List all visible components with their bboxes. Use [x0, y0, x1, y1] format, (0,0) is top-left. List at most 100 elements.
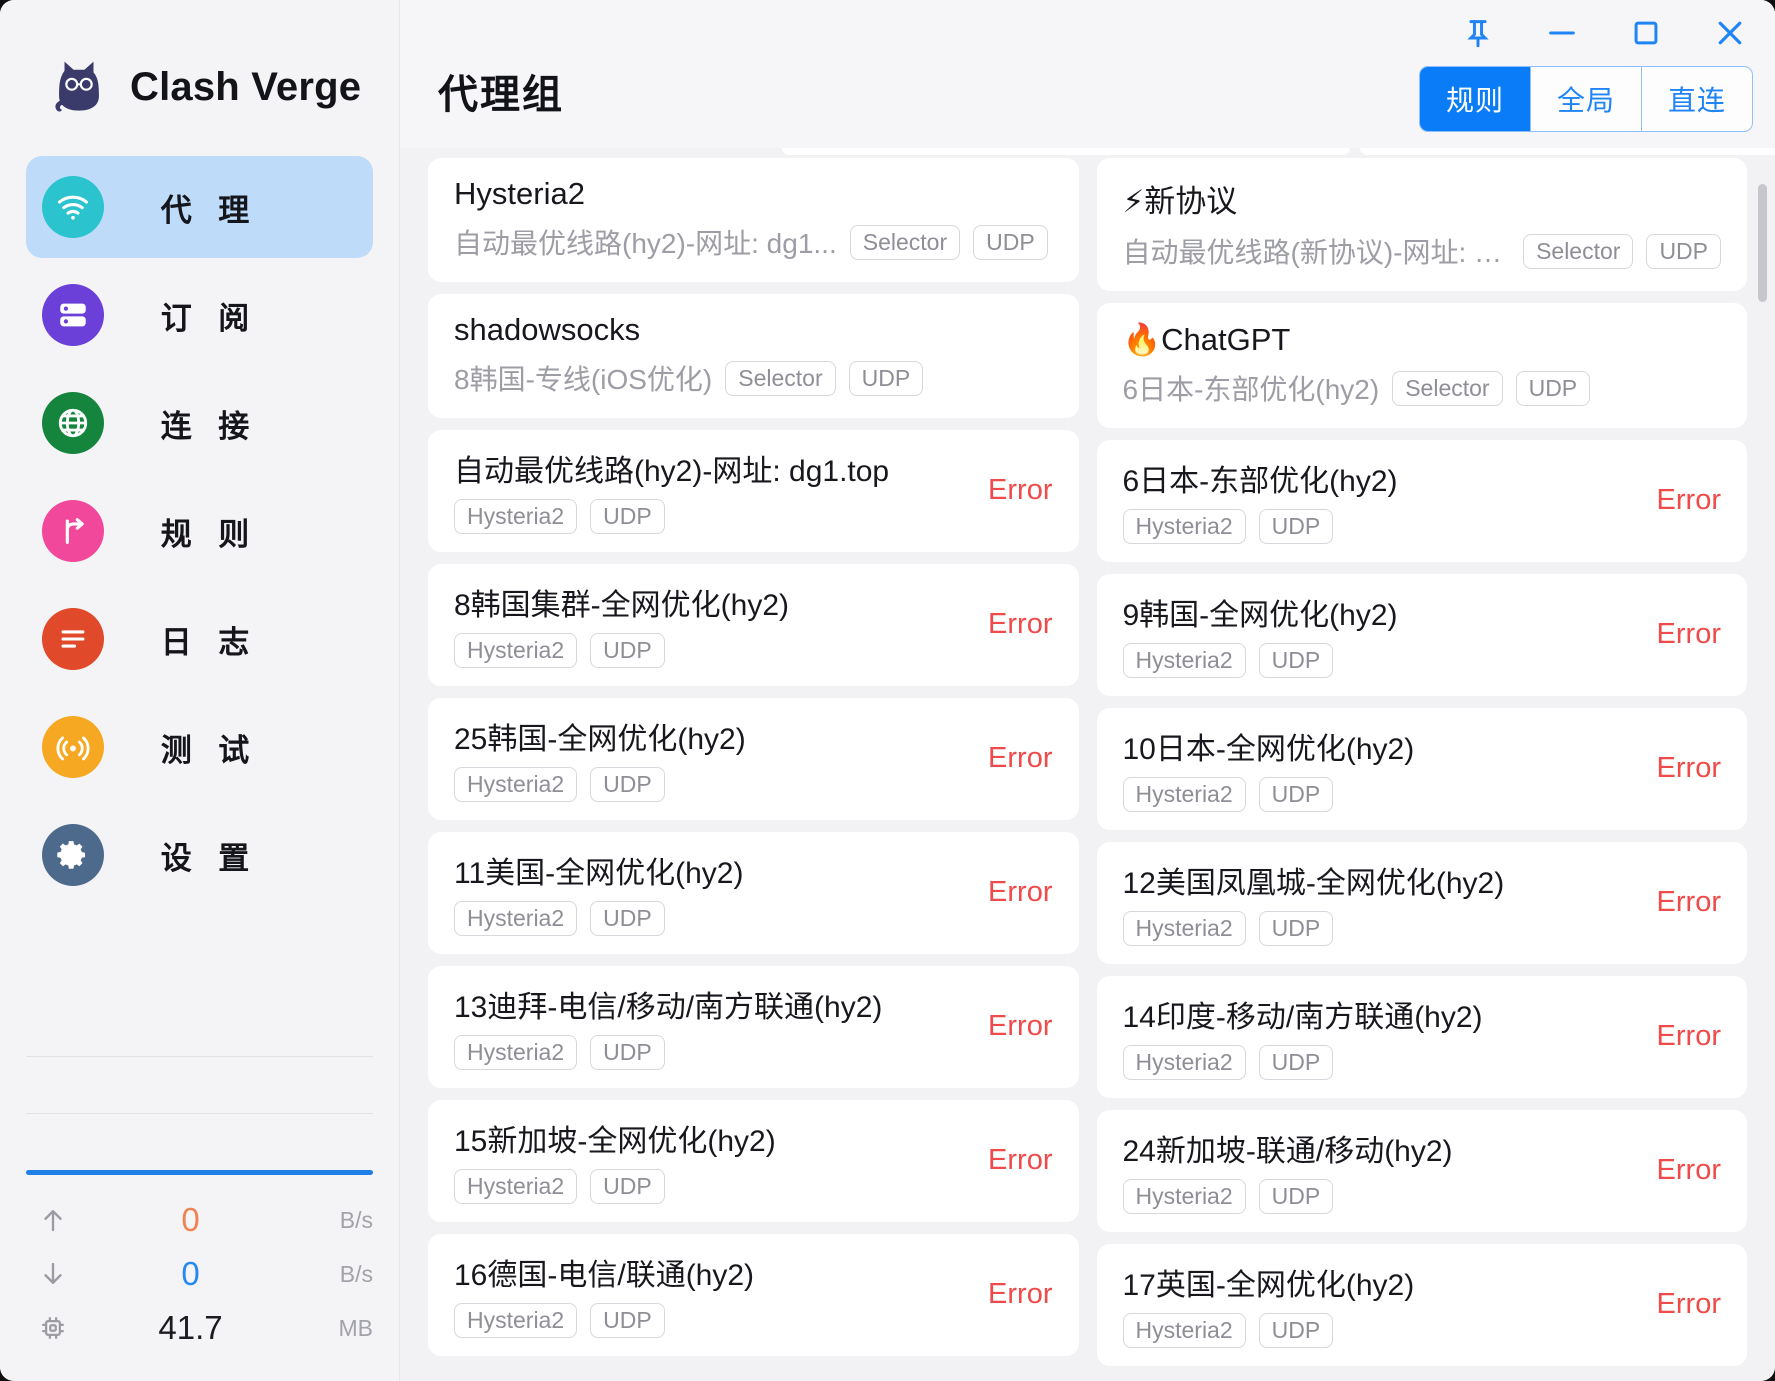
proxy-node-row[interactable]: 13迪拜-电信/移动/南方联通(hy2)Hysteria2UDPError	[428, 966, 1079, 1088]
proxy-node-status[interactable]: Error	[1647, 1020, 1721, 1053]
sidebar-item-logs[interactable]: 日 志	[26, 588, 373, 690]
proxy-node-status[interactable]: Error	[978, 1010, 1052, 1043]
maximize-icon[interactable]	[1623, 10, 1669, 56]
sidebar-item-label: 订 阅	[104, 293, 373, 338]
proxy-node-row[interactable]: 自动最优线路(hy2)-网址: dg1.topHysteria2UDPError	[428, 430, 1079, 552]
proxy-node-row[interactable]: 15新加坡-全网优化(hy2) Hysteria2 UDP Error	[428, 1100, 1079, 1222]
proxy-node-chips: Hysteria2UDP	[454, 1303, 960, 1338]
mode-button-direct[interactable]: 直连	[1642, 67, 1752, 131]
proxy-node-row[interactable]: 25韩国-全网优化(hy2)Hysteria2UDP Error	[428, 698, 1079, 820]
proxy-node-main: 9韩国-全网优化(hy2)Hysteria2UDP	[1123, 590, 1629, 678]
app-window: Clash Verge 代 理	[0, 0, 1775, 1381]
proxy-node-status[interactable]: Error	[978, 876, 1052, 909]
close-icon[interactable]	[1707, 10, 1753, 56]
sidebar-item-test[interactable]: 测 试	[26, 696, 373, 798]
proxy-group-subline: 自动最优线路(新协议)-网址: d...SelectorUDP	[1123, 231, 1722, 271]
proxy-chip: UDP	[590, 901, 665, 936]
proxy-node-title: 15新加坡-全网优化(hy2)	[454, 1116, 960, 1160]
page-title: 代理组	[438, 62, 564, 120]
proxy-node-main: 24新加坡-联通/移动(hy2)Hysteria2UDP	[1123, 1126, 1629, 1214]
proxy-node-status[interactable]: Error	[978, 608, 1052, 641]
proxy-chip: UDP	[1259, 1179, 1334, 1214]
proxy-node-title: 11美国-全网优化(hy2)	[454, 848, 960, 892]
proxy-node-status[interactable]: Error	[978, 742, 1052, 775]
sidebar-item-profiles[interactable]: 订 阅	[26, 264, 373, 366]
proxy-node-row[interactable]: 24新加坡-联通/移动(hy2)Hysteria2UDP Error	[1097, 1110, 1748, 1232]
sidebar-item-rules[interactable]: 规 则	[26, 480, 373, 582]
proxy-chip: UDP	[1259, 643, 1334, 678]
proxy-node-title: 自动最优线路(hy2)-网址: dg1.top	[454, 446, 960, 490]
proxy-chip: Hysteria2	[454, 1169, 577, 1204]
proxy-node-row[interactable]: 10日本-全网优化(hy2) Hysteria2 UDP Error	[1097, 708, 1748, 830]
proxy-node-status[interactable]: Error	[978, 1278, 1052, 1311]
proxy-node-row[interactable]: 12美国凤凰城-全网优化(hy2)Hysteria2UDPError	[1097, 842, 1748, 964]
vertical-scrollbar[interactable]	[1758, 184, 1767, 1371]
proxy-node-title: 10日本-全网优化(hy2)	[1123, 724, 1629, 768]
proxy-group-title: shadowsocks	[454, 312, 1053, 348]
stat-row-download: 0 B/s	[26, 1247, 373, 1301]
proxy-chip: UDP	[590, 633, 665, 668]
proxy-chip: Selector	[725, 361, 835, 396]
mode-button-rule[interactable]: 规则	[1420, 67, 1531, 131]
proxy-chip: UDP	[590, 767, 665, 802]
proxy-node-chips: Hysteria2UDP	[1123, 509, 1629, 544]
proxy-node-row[interactable]: 11美国-全网优化(hy2)Hysteria2UDPError	[428, 832, 1079, 954]
proxy-node-main: 15新加坡-全网优化(hy2) Hysteria2 UDP	[454, 1116, 960, 1204]
proxy-node-title: 24新加坡-联通/移动(hy2)	[1123, 1126, 1629, 1170]
proxy-node-row[interactable]: 9韩国-全网优化(hy2)Hysteria2UDP Error	[1097, 574, 1748, 696]
proxy-node-main: 14印度-移动/南方联通(hy2)Hysteria2UDP	[1123, 992, 1629, 1080]
sidebar-item-label: 测 试	[104, 725, 373, 770]
proxy-node-status[interactable]: Error	[1647, 1154, 1721, 1187]
proxy-node-title: 25韩国-全网优化(hy2)	[454, 714, 960, 758]
proxy-group-card[interactable]: ⚡新协议自动最优线路(新协议)-网址: d...SelectorUDP	[1097, 158, 1748, 291]
proxy-chip: Selector	[1523, 234, 1633, 269]
proxy-node-status[interactable]: Error	[978, 1144, 1052, 1177]
scrollbar-thumb[interactable]	[1758, 184, 1767, 302]
sidebar-item-connections[interactable]: 连 接	[26, 372, 373, 474]
proxy-node-title: 14印度-移动/南方联通(hy2)	[1123, 992, 1629, 1036]
proxy-node-status[interactable]: Error	[1647, 886, 1721, 919]
sidebar-item-settings[interactable]: 设 置	[26, 804, 373, 906]
proxy-chip: Hysteria2	[1123, 1313, 1246, 1348]
download-speed-unit: B/s	[301, 1261, 373, 1288]
proxy-chip: Selector	[850, 225, 960, 260]
gear-icon	[42, 824, 104, 886]
proxy-node-status[interactable]: Error	[1647, 618, 1721, 651]
proxy-node-row[interactable]: 17英国-全网优化(hy2)Hysteria2UDPError	[1097, 1244, 1748, 1366]
logs-icon	[42, 608, 104, 670]
proxy-group-subline: 自动最优线路(hy2)-网址: dg1...SelectorUDP	[454, 222, 1053, 262]
proxy-chip: UDP	[1259, 777, 1334, 812]
sidebar-item-proxies[interactable]: 代 理	[26, 156, 373, 258]
sidebar-item-label: 日 志	[104, 617, 373, 662]
proxy-chip: UDP	[590, 1169, 665, 1204]
proxy-node-main: 25韩国-全网优化(hy2)Hysteria2UDP	[454, 714, 960, 802]
pin-icon[interactable]	[1455, 10, 1501, 56]
proxy-node-status[interactable]: Error	[1647, 484, 1721, 517]
proxy-node-row[interactable]: 14印度-移动/南方联通(hy2)Hysteria2UDP Error	[1097, 976, 1748, 1098]
proxy-group-card[interactable]: Hysteria2自动最优线路(hy2)-网址: dg1...SelectorU…	[428, 158, 1079, 282]
proxy-node-title: 8韩国集群-全网优化(hy2)	[454, 580, 960, 624]
main-area: 代理组 规则 全局 直连 Hysteria2 自动最优线路(hy2)-网址: dg…	[400, 0, 1775, 1381]
proxy-group-card[interactable]: shadowsocks8韩国-专线(iOS优化)SelectorUDP	[428, 294, 1079, 418]
arrow-up-icon	[26, 1205, 80, 1235]
proxy-node-status[interactable]: Error	[1647, 752, 1721, 785]
proxy-node-row[interactable]: 8韩国集群-全网优化(hy2)Hysteria2UDPError	[428, 564, 1079, 686]
proxy-node-status[interactable]: Error	[1647, 1288, 1721, 1321]
proxy-column-right: ⚡新协议自动最优线路(新协议)-网址: d...SelectorUDP🔥Chat…	[1097, 148, 1748, 1381]
proxy-node-row[interactable]: 6日本-东部优化(hy2)Hysteria2UDPError	[1097, 440, 1748, 562]
proxy-chip: Hysteria2	[454, 499, 577, 534]
sidebar-empty-slot	[26, 1057, 373, 1113]
speedtest-icon	[42, 716, 104, 778]
proxy-groups-content: Hysteria2 自动最优线路(hy2)-网址: dg1...SelectorU…	[400, 148, 1775, 1381]
sidebar-nav: 代 理 订 阅	[26, 156, 373, 906]
proxy-node-status[interactable]: Error	[978, 474, 1052, 507]
server-icon	[42, 284, 104, 346]
proxy-chip: Hysteria2	[1123, 777, 1246, 812]
proxy-chip: UDP	[1259, 509, 1334, 544]
proxy-node-row[interactable]: 16德国-电信/联通(hy2)Hysteria2UDPError	[428, 1234, 1079, 1356]
upload-speed-unit: B/s	[301, 1207, 373, 1234]
proxy-node-title: 12美国凤凰城-全网优化(hy2)	[1123, 858, 1629, 902]
mode-button-global[interactable]: 全局	[1531, 67, 1642, 131]
proxy-group-card[interactable]: 🔥ChatGPT6日本-东部优化(hy2)SelectorUDP	[1097, 303, 1748, 428]
minimize-icon[interactable]	[1539, 10, 1585, 56]
